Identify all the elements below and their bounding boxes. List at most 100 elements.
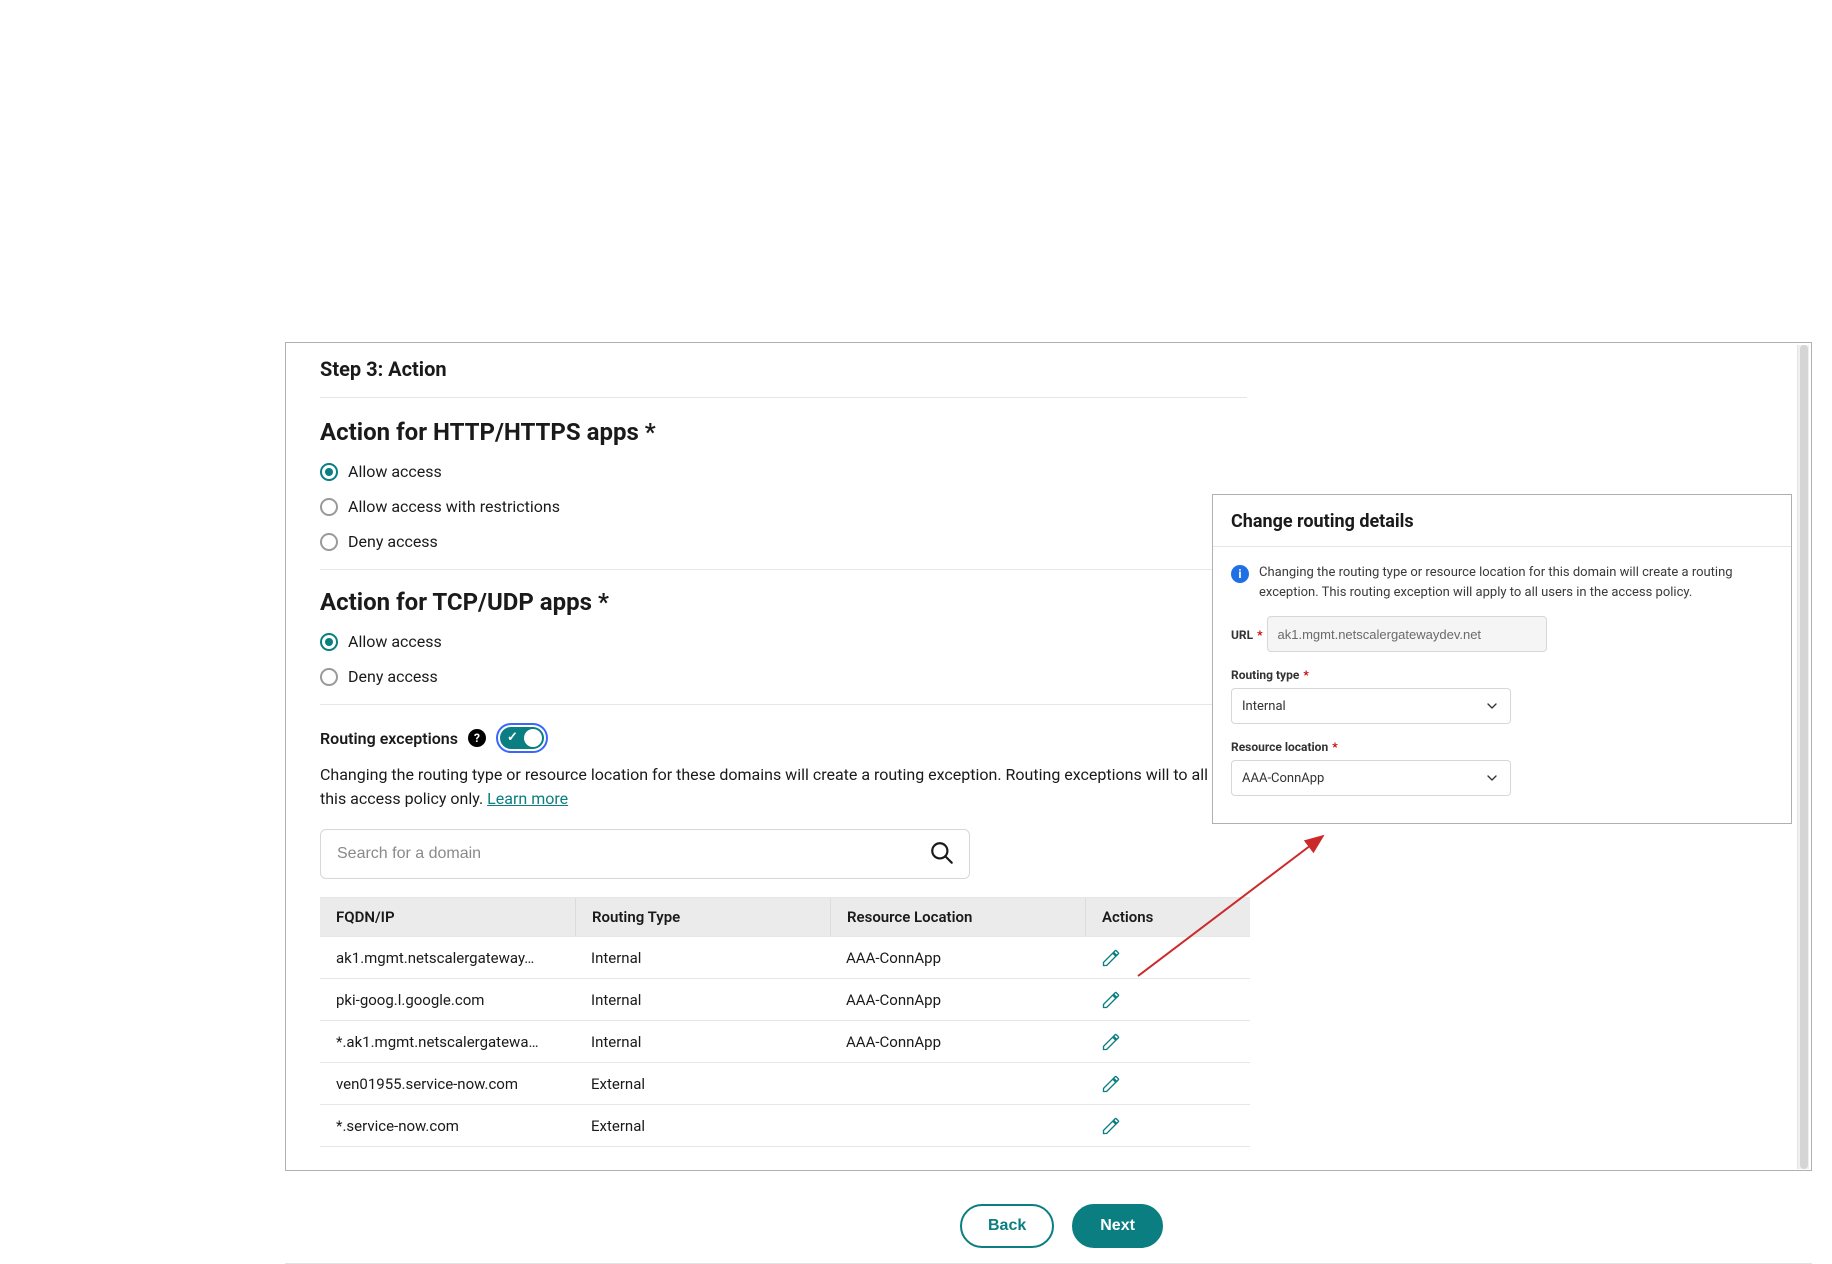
resource-location-field: Resource location * AAA-ConnApp	[1231, 736, 1773, 796]
change-routing-details-popover: Change routing details i Changing the ro…	[1212, 494, 1792, 824]
cell-fqdn: pki-goog.l.google.com	[320, 983, 575, 1017]
radio-indicator	[320, 633, 338, 651]
routing-exceptions-label: Routing exceptions	[320, 729, 458, 748]
cell-actions	[1085, 940, 1250, 976]
divider	[320, 569, 1247, 570]
edit-row-button[interactable]	[1101, 1074, 1121, 1094]
next-button[interactable]: Next	[1072, 1204, 1163, 1248]
cell-resource-location: AAA-ConnApp	[830, 1025, 1085, 1059]
cell-resource-location: AAA-ConnApp	[830, 983, 1085, 1017]
routing-exceptions-toggle[interactable]: ✓	[500, 727, 544, 749]
scrollbar-thumb[interactable]	[1800, 345, 1808, 1169]
search-input[interactable]	[335, 844, 919, 864]
radio-indicator	[320, 498, 338, 516]
label-text: URL	[1231, 628, 1253, 642]
pencil-icon	[1101, 1032, 1121, 1052]
cell-actions	[1085, 982, 1250, 1018]
table-body: ak1.mgmt.netscalergateway… Internal AAA-…	[320, 936, 1250, 1146]
table-row: *.service-now.com External	[320, 1104, 1250, 1146]
radio-label: Deny access	[348, 667, 438, 686]
field-label: Routing type *	[1231, 668, 1309, 682]
cell-fqdn: *.service-now.com	[320, 1109, 575, 1143]
label-text: Resource location	[1231, 740, 1328, 754]
http-allow-option[interactable]: Allow access	[320, 462, 1777, 481]
select-value: AAA-ConnApp	[1242, 771, 1324, 786]
info-banner: i Changing the routing type or resource …	[1231, 563, 1773, 602]
radio-label: Deny access	[348, 532, 438, 551]
radio-label: Allow access	[348, 462, 442, 481]
cell-resource-location	[830, 1076, 1085, 1092]
popover-content: Change routing details i Changing the ro…	[1213, 495, 1791, 826]
cell-routing-type: Internal	[575, 1025, 830, 1059]
check-icon: ✓	[507, 730, 518, 745]
radio-indicator	[320, 533, 338, 551]
routing-type-select[interactable]: Internal	[1231, 688, 1511, 724]
table-header: FQDN/IP Routing Type Resource Location A…	[320, 898, 1250, 936]
info-icon: i	[1231, 565, 1249, 583]
cell-routing-type: Internal	[575, 983, 830, 1017]
routing-exceptions-table: FQDN/IP Routing Type Resource Location A…	[320, 897, 1250, 1147]
cell-routing-type: External	[575, 1109, 830, 1143]
radio-label: Allow access	[348, 632, 442, 651]
col-resource-location: Resource Location	[830, 898, 1085, 936]
radio-indicator	[320, 668, 338, 686]
edit-row-button[interactable]	[1101, 948, 1121, 968]
wizard-footer: Back Next	[960, 1204, 1163, 1248]
search-icon	[929, 840, 955, 866]
domain-search	[320, 829, 970, 879]
divider	[320, 704, 1247, 705]
edit-row-button[interactable]	[1101, 990, 1121, 1010]
learn-more-link[interactable]: Learn more	[487, 789, 568, 808]
col-actions: Actions	[1085, 898, 1250, 936]
routing-exceptions-description: Changing the routing type or resource lo…	[320, 763, 1280, 811]
resource-location-select[interactable]: AAA-ConnApp	[1231, 760, 1511, 796]
required-indicator: *	[1257, 628, 1262, 642]
field-label: Resource location *	[1231, 740, 1338, 754]
col-fqdn: FQDN/IP	[320, 898, 575, 936]
description-text: Changing the routing type or resource lo…	[320, 765, 1268, 808]
cell-fqdn: *.ak1.mgmt.netscalergatewa…	[320, 1025, 575, 1059]
routing-type-field: Routing type * Internal	[1231, 664, 1773, 724]
url-input[interactable]	[1267, 616, 1547, 652]
table-row: ven01955.service-now.com External	[320, 1062, 1250, 1104]
step-title: Step 3: Action	[320, 357, 1777, 381]
http-section-title: Action for HTTP/HTTPS apps *	[320, 418, 1777, 446]
pencil-icon	[1101, 1116, 1121, 1136]
toggle-knob	[524, 729, 542, 747]
toggle-focus-ring: ✓	[496, 723, 548, 753]
cell-fqdn: ven01955.service-now.com	[320, 1067, 575, 1101]
info-text: Changing the routing type or resource lo…	[1259, 563, 1773, 602]
scrollbar[interactable]	[1797, 345, 1809, 1169]
label-text: Routing type	[1231, 668, 1299, 682]
edit-row-button[interactable]	[1101, 1032, 1121, 1052]
cell-resource-location	[830, 1118, 1085, 1134]
popover-title: Change routing details	[1231, 511, 1773, 532]
back-Button[interactable]: Back	[960, 1204, 1054, 1248]
chevron-down-icon	[1484, 770, 1500, 786]
divider	[1213, 546, 1791, 547]
cell-resource-location: AAA-ConnApp	[830, 941, 1085, 975]
table-row: *.ak1.mgmt.netscalergatewa… Internal AAA…	[320, 1020, 1250, 1062]
table-row: ak1.mgmt.netscalergateway… Internal AAA-…	[320, 936, 1250, 978]
help-icon[interactable]: ?	[468, 729, 486, 747]
url-field: URL *	[1231, 616, 1773, 652]
edit-row-button[interactable]	[1101, 1116, 1121, 1136]
cell-routing-type: Internal	[575, 941, 830, 975]
select-value: Internal	[1242, 699, 1286, 714]
divider	[320, 397, 1247, 398]
pencil-icon	[1101, 990, 1121, 1010]
field-label: URL *	[1231, 628, 1263, 642]
search-button[interactable]	[929, 840, 955, 869]
pencil-icon	[1101, 1074, 1121, 1094]
cell-actions	[1085, 1024, 1250, 1060]
pencil-icon	[1101, 948, 1121, 968]
col-routing-type: Routing Type	[575, 898, 830, 936]
radio-indicator	[320, 463, 338, 481]
cell-actions	[1085, 1066, 1250, 1102]
cell-actions	[1085, 1108, 1250, 1144]
cell-fqdn: ak1.mgmt.netscalergateway…	[320, 941, 575, 975]
required-indicator: *	[1303, 668, 1308, 682]
cell-routing-type: External	[575, 1067, 830, 1101]
radio-label: Allow access with restrictions	[348, 497, 560, 516]
table-row: pki-goog.l.google.com Internal AAA-ConnA…	[320, 978, 1250, 1020]
